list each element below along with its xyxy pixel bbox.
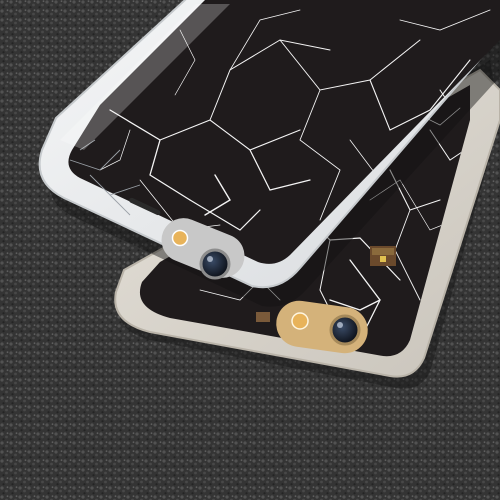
back-phone-flash-icon	[291, 312, 309, 330]
photo-scene	[0, 0, 500, 500]
front-phone-lens-icon	[199, 248, 231, 280]
front-phone-flash-icon	[171, 229, 189, 247]
back-phone-lens-icon	[329, 314, 361, 346]
